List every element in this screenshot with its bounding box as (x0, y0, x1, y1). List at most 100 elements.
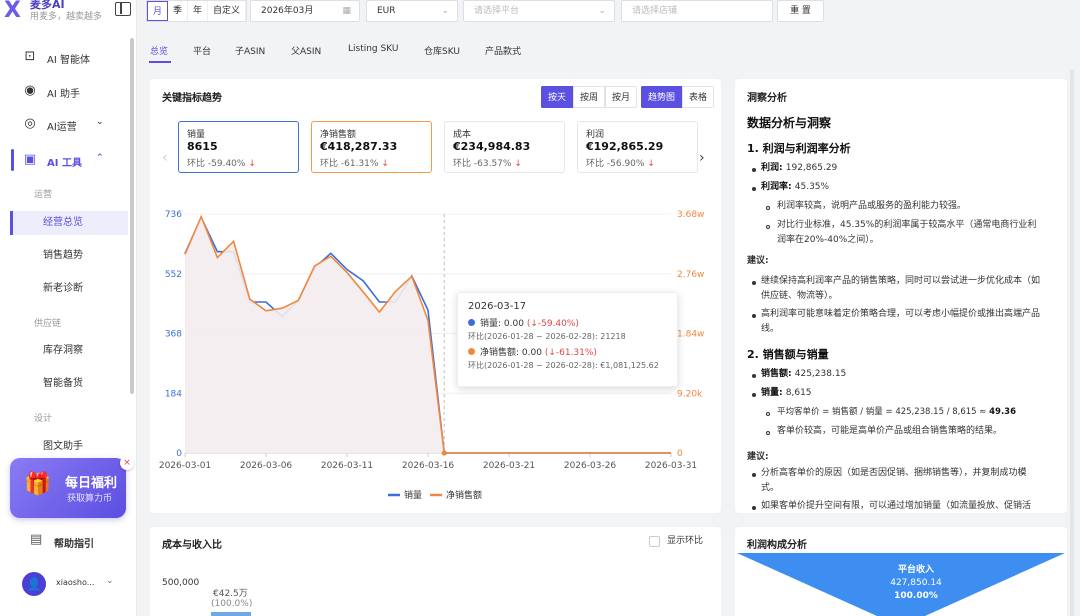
chart-icon: ▣ (23, 152, 37, 167)
sidebar-item-image-text[interactable]: 图文助手 (10, 435, 128, 459)
sidebar-item-ai-assistant[interactable]: ◉ AI 助手 (0, 80, 132, 102)
next-arrow-icon[interactable]: › (699, 150, 705, 166)
chevron-down-icon: ⌄ (441, 6, 449, 16)
trend-view-button[interactable]: 趋势图 (641, 86, 683, 108)
insight-adv-1b: 供应链、物流等）。 (761, 291, 838, 301)
bullet (766, 225, 770, 229)
sidebar-item-restock[interactable]: 智能备货 (10, 372, 128, 396)
insight-sub-4: 客单价较高，可能是高单价产品或组合销售策略的结果。 (777, 426, 1003, 436)
bullet (752, 473, 756, 477)
target-icon: ◎ (24, 116, 36, 131)
period-month[interactable]: 月 (147, 1, 169, 21)
metric-card-sales[interactable]: 销量 8615 环比 -59.40% ↓ (178, 121, 299, 173)
show-mom-checkbox[interactable] (649, 536, 660, 547)
tab-overview[interactable]: 总览 (150, 44, 168, 57)
metric-card-cost[interactable]: 成本 €234,984.83 环比 -63.57% ↓ (444, 121, 565, 173)
granularity-toggle: 按天 按周 按月 (541, 86, 638, 108)
revenue-bar[interactable] (211, 612, 251, 616)
tooltip-net-row: 净销售额: 0.00 (↓-61.31%) (468, 345, 667, 358)
chevron-down-icon: ⌄ (106, 576, 114, 586)
advice-label: 建议: (747, 256, 769, 266)
view-toggle: 趋势图 表格 (641, 86, 715, 108)
assistant-icon: ◉ (24, 83, 36, 98)
help-guide-link[interactable]: ▤ 帮助指引 (30, 532, 130, 552)
insight-adv-1a: 继续保持高利润率产品的销售策略，同时可以尝试进一步优化成本（如 (761, 276, 1041, 286)
sidebar-item-new-old[interactable]: 新老诊断 (10, 277, 128, 301)
y-left-tick: 184 (165, 389, 182, 399)
profit-composition-title: 利润构成分析 (747, 540, 807, 551)
reset-button[interactable]: 重 置 (777, 0, 824, 22)
group-label: 设计 (34, 414, 53, 424)
insight-section-2: 2. 销售额与销量 (747, 348, 829, 361)
metric-change: 环比 -56.90% ↓ (586, 159, 655, 169)
x-tick-label: 2026-03-26 (564, 461, 617, 471)
y-right-tick: 3.68w (677, 210, 704, 220)
close-icon[interactable]: × (120, 456, 134, 470)
metric-name: 成本 (453, 130, 472, 140)
by-month-button[interactable]: 按月 (605, 86, 638, 108)
month-value: 2026年03月 (261, 6, 314, 16)
sidebar-item-ai-ops[interactable]: ◎ AI运营 ⌄ (0, 113, 132, 135)
store-select[interactable]: 请选择店铺 (621, 0, 773, 22)
insight-sub-1: 利润率较高，说明产品或服务的盈利能力较强。 (777, 201, 967, 211)
y-right-tick: 0 (677, 449, 683, 459)
month-picker[interactable]: 2026年03月 ▦ (250, 0, 360, 22)
bullet (752, 187, 756, 191)
group-label: 运营 (34, 190, 53, 200)
platform-select[interactable]: 请选择平台 ⌄ (463, 0, 615, 22)
user-menu[interactable]: 👤 xiaosho... ⌄ (22, 572, 132, 596)
robot-icon: ⊡ (24, 49, 36, 64)
y-left-tick: 368 (165, 330, 182, 340)
chart-tooltip: 2026-03-17 销量: 0.00 (↓-59.40%) 环比(2026-0… (457, 292, 678, 387)
period-custom[interactable]: 自定义 (208, 1, 247, 21)
brand-slogan: 用麦多，越卖越多 (30, 12, 103, 22)
insight-sub-2b: 润率在20%-40%之间）。 (777, 235, 879, 245)
metric-value: €192,865.29 (586, 140, 664, 153)
chevron-down-icon: ⌄ (96, 117, 104, 127)
tab-platform[interactable]: 平台 (193, 44, 211, 57)
sidebar-item-ai-agent[interactable]: ⊡ AI 智能体 (0, 46, 132, 68)
tooltip-sales-row: 销量: 0.00 (↓-59.40%) (468, 316, 667, 329)
insight-profit: 利润: 192,865.29 (761, 163, 838, 173)
metric-card-net-sales[interactable]: 净销售额 €418,287.33 环比 -61.31% ↓ (311, 121, 432, 173)
period-selector: 月 季 年 自定义 (146, 0, 248, 22)
period-year[interactable]: 年 (188, 1, 209, 21)
insight-sub-3: 平均客单价 = 销售额 / 销量 = 425,238.15 / 8,615 ≈ … (777, 407, 1017, 417)
page-scrollbar[interactable] (1070, 70, 1074, 616)
table-view-button[interactable]: 表格 (682, 86, 715, 108)
by-week-button[interactable]: 按周 (573, 86, 606, 108)
sidebar-item-overview[interactable]: 经营总览 (10, 211, 128, 235)
prev-arrow-icon[interactable]: ‹ (162, 150, 168, 166)
sidebar-collapse-icon[interactable] (115, 2, 131, 16)
tab-parent-asin[interactable]: 父ASIN (291, 44, 321, 57)
tab-child-asin[interactable]: 子ASIN (235, 44, 265, 57)
tab-product-style[interactable]: 产品款式 (485, 44, 521, 57)
y-left-tick: 736 (165, 210, 182, 220)
metric-card-profit[interactable]: 利润 €192,865.29 环比 -56.90% ↓ (577, 121, 698, 173)
platform-placeholder: 请选择平台 (474, 6, 520, 16)
bullet (752, 374, 756, 378)
insight-qty: 销量: 8,615 (761, 388, 812, 398)
metric-change: 环比 -61.31% ↓ (320, 159, 389, 169)
tooltip-date: 2026-03-17 (468, 301, 527, 312)
period-quarter[interactable]: 季 (168, 1, 189, 21)
sidebar-item-ai-tools[interactable]: ▣ AI 工具 ⌃ (0, 149, 132, 171)
tab-warehouse-sku[interactable]: 仓库SKU (424, 44, 460, 57)
sidebar-item-sales-trend[interactable]: 销售趋势 (10, 244, 128, 268)
daily-bonus-banner[interactable]: 🎁 每日福利 获取算力币 × (10, 456, 134, 518)
help-label: 帮助指引 (54, 539, 94, 550)
metric-name: 利润 (586, 130, 605, 140)
by-day-button[interactable]: 按天 (541, 86, 574, 108)
tab-listing-sku[interactable]: Listing SKU (348, 44, 398, 54)
app-root: X 麦多AI 用麦多，越卖越多 ⊡ AI 智能体 ◉ AI 助手 ◎ AI运营 … (0, 0, 1080, 616)
advice-label: 建议: (747, 452, 769, 462)
insight-adv-3a: 分析高客单价的原因（如是否因促销、捆绑销售等），并复制成功模 (761, 468, 1027, 478)
metric-change: 环比 -63.57% ↓ (453, 159, 522, 169)
bullet (766, 206, 770, 210)
sidebar-scrollbar[interactable] (130, 38, 134, 394)
currency-select[interactable]: EUR ⌄ (366, 0, 458, 22)
metric-value: €418,287.33 (320, 140, 398, 153)
sidebar-item-inventory[interactable]: 库存洞察 (10, 339, 128, 363)
insight-margin: 利润率: 45.35% (761, 182, 830, 192)
cost-revenue-title: 成本与收入比 (162, 540, 222, 551)
